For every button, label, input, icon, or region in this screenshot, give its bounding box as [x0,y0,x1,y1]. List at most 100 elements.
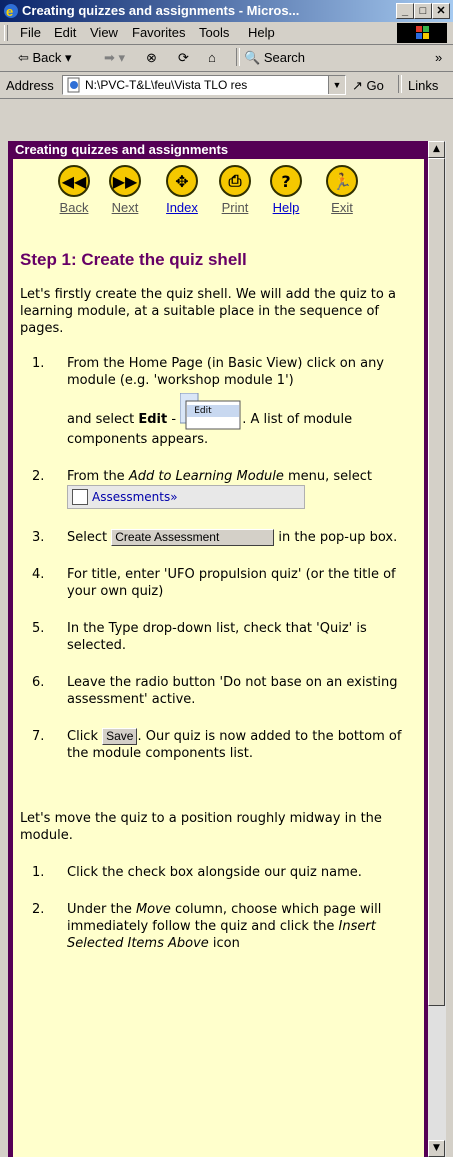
scroll-up-icon[interactable]: ▲ [428,141,445,158]
toolbar: ⇦ Back ▾ ➡ ▾ ⊗ ⟳ ⌂ 🔍 Search » [0,45,453,72]
edit-menu-screenshot: Edit [179,392,242,431]
nav-back-label: Back [59,200,89,215]
step-number: 1. [32,356,45,371]
step-number: 2. [32,469,45,484]
forward-button[interactable]: ➡ ▾ [104,50,125,66]
menu-name-italic: Add to Learning Module [128,469,284,484]
step-number: 6. [32,675,45,690]
menu-edit[interactable]: Edit [54,25,76,40]
window-titlebar: e Creating quizzes and assignments - Mic… [0,0,453,22]
search-button[interactable]: 🔍 Search [244,50,305,66]
address-dropdown-icon[interactable]: ▼ [328,76,345,94]
nav-print[interactable]: ⎙ Print [210,165,260,215]
step-text-a: Click [67,729,103,744]
step-text: Click the check box alongside our quiz n… [67,865,362,880]
menu-view[interactable]: View [90,25,118,40]
step-item: 2. Under the Move column, choose which p… [20,901,418,952]
assessment-icon [72,489,88,505]
step-text: From the Home Page (in Basic View) click… [67,356,384,388]
intro-paragraph: Let's firstly create the quiz shell. We … [20,287,396,336]
nav-exit[interactable]: 🏃 Exit [317,165,367,215]
links-button[interactable]: Links [408,78,438,93]
content-frame: Creating quizzes and assignments ◀◀ Back… [8,141,428,1157]
step-item: 2. From the Add to Learning Module menu,… [20,468,418,509]
menu-tools[interactable]: Tools [199,25,229,40]
content-body: Step 1: Create the quiz shell Let's firs… [20,251,418,952]
menu-favorites[interactable]: Favorites [132,25,185,40]
nav-help[interactable]: ? Help [261,165,311,215]
step-text-a: From the [67,469,129,484]
menu-file[interactable]: File [20,25,41,40]
nav-help-label: Help [272,200,300,215]
move-italic: Move [135,902,171,917]
step-text-b: - [167,412,181,427]
ie-logo-icon: e [3,3,19,19]
step-number: 7. [32,729,45,744]
step-heading: Step 1: Create the quiz shell [20,250,247,269]
address-input[interactable]: N:\PVC-T&L\feu\Vista TLO res ▼ [62,75,346,95]
steps-list: 1. From the Home Page (in Basic View) cl… [20,355,418,762]
addressbar: Address N:\PVC-T&L\feu\Vista TLO res ▼ ↗… [0,72,453,99]
menu-help[interactable]: Help [248,25,275,40]
step-text: For title, enter 'UFO propulsion quiz' (… [67,567,396,599]
stop-icon[interactable]: ⊗ [146,50,157,66]
step-item: 1. Click the check box alongside our qui… [20,864,418,881]
nav-index-label: Index [166,200,198,215]
nav-exit-label: Exit [331,200,353,215]
scroll-thumb[interactable] [428,158,445,1006]
create-assessment-button-image: Create Assessment [111,529,275,546]
minimize-button[interactable]: _ [396,3,414,19]
rewind-icon: ◀◀ [58,165,90,197]
step-text-c: icon [208,936,240,951]
save-button-image: Save [102,728,138,745]
menubar: File Edit View Favorites Tools Help [0,22,453,45]
step-text-b: menu, select [283,469,372,484]
nav-index[interactable]: ✥ Index [157,165,207,215]
step-item: 3. Select Create Assessment in the pop-u… [20,529,418,546]
address-separator [398,75,402,93]
assessments-label: Assessments» [92,490,178,504]
page-viewport: Creating quizzes and assignments ◀◀ Back… [0,100,453,1157]
back-button-label: Back [32,50,62,65]
assessments-menu-screenshot: Assessments» [67,485,305,509]
step-number: 4. [32,567,45,582]
edit-bold: Edit [138,412,168,427]
svg-text:e: e [6,4,13,19]
step-number: 2. [32,902,45,917]
step-text-a: and select [67,412,139,427]
address-url: N:\PVC-T&L\feu\Vista TLO res [85,78,248,92]
go-button-label: Go [366,78,384,93]
nav-next[interactable]: ▶▶ Next [100,165,150,215]
step-item: 6. Leave the radio button 'Do not base o… [20,674,418,708]
frame-title: Creating quizzes and assignments [13,141,424,159]
move-steps-list: 1. Click the check box alongside our qui… [20,864,418,952]
close-button[interactable]: ✕ [432,3,450,19]
step-text-a: Select [67,530,112,545]
address-label: Address [6,78,54,93]
step-text-a: Under the [67,902,136,917]
windows-logo-icon [397,23,447,43]
step-text-b: in the pop-up box. [274,530,398,545]
step-number: 1. [32,865,45,880]
back-button[interactable]: ⇦ Back ▾ [18,50,72,66]
vertical-scrollbar[interactable]: ▲ ▼ [428,141,446,1157]
step-item: 1. From the Home Page (in Basic View) cl… [20,355,418,389]
step-item: 5. In the Type drop-down list, check tha… [20,620,418,654]
exit-icon: 🏃 [326,165,358,197]
nav-back[interactable]: ◀◀ Back [49,165,99,215]
home-icon[interactable]: ⌂ [208,50,216,65]
forward-icon: ▶▶ [109,165,141,197]
scroll-down-icon[interactable]: ▼ [428,1140,445,1157]
nav-print-label: Print [221,200,249,215]
maximize-button[interactable]: □ [414,3,432,19]
page-icon [66,77,82,96]
toolbar-more-chevron[interactable]: » [435,50,442,65]
help-icon: ? [270,165,302,197]
nav-next-label: Next [111,200,139,215]
search-button-label: Search [263,50,306,65]
step-number: 5. [32,621,45,636]
step-text: Leave the radio button 'Do not base on a… [67,675,398,707]
go-button[interactable]: ↗ Go [352,78,384,94]
refresh-icon[interactable]: ⟳ [178,50,189,66]
index-icon: ✥ [166,165,198,197]
